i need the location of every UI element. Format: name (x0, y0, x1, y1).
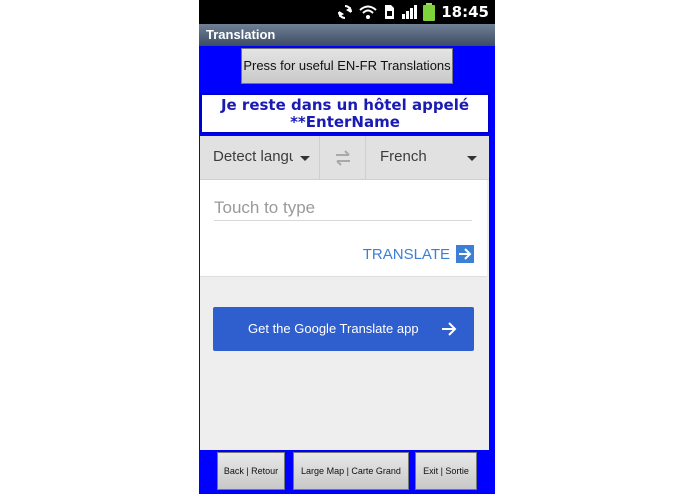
en-fr-translations-button[interactable]: Press for useful EN-FR Translations (241, 48, 453, 84)
wifi-icon (359, 5, 377, 19)
sim-icon (385, 5, 394, 19)
phrase-line-2: **EnterName (290, 113, 400, 131)
translate-label: TRANSLATE (362, 245, 450, 263)
scrollbar[interactable] (491, 136, 495, 450)
get-app-label: Get the Google Translate app (248, 321, 419, 336)
swap-languages-button[interactable] (320, 136, 366, 179)
source-language-select[interactable]: Detect langu (200, 136, 320, 179)
app-title: Translation (199, 24, 495, 46)
swap-icon (336, 150, 350, 166)
translate-button[interactable]: TRANSLATE (363, 244, 474, 264)
translated-phrase: Je reste dans un hôtel appelé **EnterNam… (200, 93, 490, 134)
arrow-right-icon (442, 322, 457, 336)
battery-icon (423, 3, 435, 21)
large-map-button[interactable]: Large Map | Carte Grand (293, 452, 409, 490)
exit-button[interactable]: Exit | Sortie (415, 452, 477, 490)
signal-icon (402, 5, 417, 19)
source-language-label: Detect langu (213, 148, 293, 165)
status-bar: 18:45 (199, 0, 495, 24)
chevron-down-icon (300, 156, 310, 161)
bottom-bar: Back | Retour Large Map | Carte Grand Ex… (199, 450, 495, 494)
target-language-label: French (380, 148, 427, 165)
phrase-line-1: Je reste dans un hôtel appelé (220, 96, 470, 114)
phone-screen: 18:45 Translation Press for useful EN-FR… (199, 0, 495, 494)
status-icons (337, 3, 435, 21)
target-language-select[interactable]: French (366, 136, 489, 179)
google-translate-widget: Detect langu French Touch to type TRANSL… (200, 136, 489, 450)
sync-icon (338, 5, 352, 19)
chevron-down-icon (467, 156, 477, 161)
back-button[interactable]: Back | Retour (217, 452, 285, 490)
get-translate-app-button[interactable]: Get the Google Translate app (213, 307, 474, 351)
language-bar: Detect langu French (200, 136, 489, 180)
source-text-input[interactable]: Touch to type (214, 198, 472, 221)
input-card: Touch to type TRANSLATE (200, 180, 487, 277)
arrow-right-icon (456, 245, 474, 263)
status-clock: 18:45 (441, 3, 489, 21)
